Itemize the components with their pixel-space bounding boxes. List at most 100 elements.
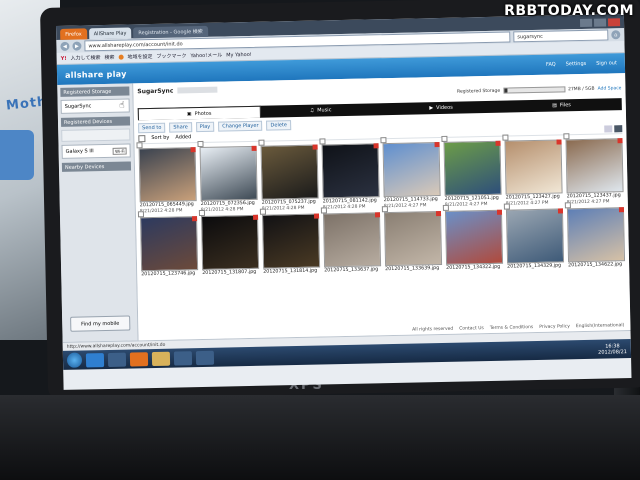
remove-photo-icon[interactable] <box>618 207 625 213</box>
delete-button[interactable]: Delete <box>266 119 292 131</box>
photo-item[interactable]: 20120715_121051.jpg 8/21/2012 4:27 PM <box>441 135 502 208</box>
sidebar-item-galaxy[interactable]: Galaxy S III Wi-Fi <box>61 143 131 159</box>
photo-thumbnail[interactable] <box>261 213 321 269</box>
explorer-icon[interactable] <box>151 351 171 366</box>
remove-photo-icon[interactable] <box>434 141 440 148</box>
remove-photo-icon[interactable] <box>496 209 503 215</box>
remove-photo-icon[interactable] <box>435 210 442 217</box>
close-icon[interactable] <box>607 18 621 27</box>
tab-files[interactable]: ▤ Files <box>501 98 622 113</box>
photo-thumbnail[interactable] <box>443 140 502 196</box>
contact-link[interactable]: Contact Us <box>459 326 484 332</box>
media-player-icon[interactable] <box>107 352 127 367</box>
photo-item[interactable]: 20120715_123437.jpg 8/21/2012 4:27 PM <box>563 133 624 205</box>
photo-thumbnail[interactable] <box>201 214 260 270</box>
minimize-icon[interactable] <box>579 18 593 28</box>
photo-item[interactable]: 20120715_065449.jpg 8/21/2012 4:28 PM <box>136 142 197 214</box>
photo-thumbnail[interactable] <box>382 141 441 198</box>
photo-thumbnail[interactable] <box>383 210 443 267</box>
photo-thumbnail[interactable] <box>199 145 258 202</box>
maximize-icon[interactable] <box>593 18 607 27</box>
send-to-button[interactable]: Send to <box>138 122 166 133</box>
photo-thumbnail[interactable] <box>504 139 563 195</box>
photo-item[interactable]: 20120715_123746.jpg <box>137 211 199 278</box>
app-icon[interactable] <box>173 350 193 366</box>
tab-google-search[interactable]: Registration - Google 検索 <box>133 25 208 39</box>
photo-item[interactable]: 20120715_075237.jpg 8/21/2012 4:28 PM <box>258 139 319 212</box>
forward-icon[interactable]: ▶ <box>72 41 82 51</box>
photo-item[interactable]: 20120715_123427.jpg 8/21/2012 4:27 PM <box>502 134 563 207</box>
copyright-text: All rights reserved <box>412 326 454 333</box>
photo-thumbnail[interactable] <box>566 207 626 263</box>
photo-thumbnail[interactable] <box>260 144 319 200</box>
remove-photo-icon[interactable] <box>557 208 564 214</box>
photo-thumbnail[interactable] <box>444 209 504 265</box>
app-icon-2[interactable] <box>195 350 215 365</box>
home-icon[interactable]: ⌂ <box>611 30 621 40</box>
remove-photo-icon[interactable] <box>312 144 318 150</box>
toolbar-search-button[interactable]: 検索 <box>104 54 114 61</box>
toolbar-yahoo-mail[interactable]: Yahoo!メール <box>190 52 222 60</box>
tab-music[interactable]: ♫ Music <box>260 103 381 118</box>
remove-photo-icon[interactable] <box>252 214 259 220</box>
privacy-link[interactable]: Privacy Policy <box>539 324 570 330</box>
remove-photo-icon[interactable] <box>617 138 623 144</box>
change-player-button[interactable]: Change Player <box>218 120 263 132</box>
sidebar-item-sugarsync[interactable]: SugarSync ☝ <box>60 98 130 114</box>
faq-link[interactable]: FAQ <box>546 62 556 68</box>
add-space-link[interactable]: Add Space <box>598 86 622 91</box>
photo-item[interactable]: 20120715_134329.jpg <box>503 203 565 270</box>
tab-allshare-play[interactable]: AllShare Play <box>88 27 132 40</box>
photo-thumbnail[interactable] <box>505 208 565 264</box>
yahoo-toolbar-logo[interactable]: Y! <box>61 55 67 61</box>
firefox-menu-button[interactable]: Firefox <box>60 28 87 40</box>
toolbar-my-yahoo[interactable]: My Yahoo! <box>226 51 252 58</box>
photo-thumbnail[interactable] <box>138 147 197 203</box>
back-icon[interactable]: ◀ <box>60 41 70 51</box>
tab-photos[interactable]: ▣ Photos <box>137 105 261 121</box>
language-select[interactable]: English(International) <box>576 323 625 329</box>
remove-photo-icon[interactable] <box>251 145 257 151</box>
photo-item[interactable]: 20120715_114733.jpg 8/21/2012 4:27 PM <box>380 137 441 209</box>
tab-videos[interactable]: ▶ Videos <box>381 101 502 116</box>
sort-select[interactable]: Added <box>175 134 191 140</box>
clock[interactable]: 16:38 2012/08/21 <box>598 343 627 355</box>
photo-thumbnail[interactable] <box>321 143 380 199</box>
photo-item[interactable]: 20120715_134322.jpg <box>442 204 504 272</box>
share-button[interactable]: Share <box>169 121 192 133</box>
select-all-checkbox[interactable] <box>138 134 146 142</box>
terms-link[interactable]: Terms & Conditions <box>490 325 534 331</box>
grid-view-icon[interactable] <box>614 124 623 132</box>
toolbar-search-field[interactable]: 入力して検索 <box>71 54 101 62</box>
photo-item[interactable]: 20120715_133637.jpg <box>320 207 382 274</box>
toolbar-region[interactable]: 地域を設定 <box>127 53 152 61</box>
sign-out-link[interactable]: Sign out <box>596 60 617 66</box>
photo-item[interactable]: 20120715_133639.jpg <box>381 206 443 273</box>
photo-item[interactable]: 20120715_131814.jpg <box>259 208 321 276</box>
search-input[interactable]: sugarsync <box>513 29 609 43</box>
photo-item[interactable]: 20120715_072356.jpg 8/21/2012 4:28 PM <box>197 140 258 213</box>
firefox-icon[interactable] <box>129 351 149 367</box>
photo-item[interactable]: 20120715_131807.jpg <box>198 209 260 277</box>
start-button[interactable] <box>66 352 83 368</box>
remove-photo-icon[interactable] <box>192 216 198 222</box>
list-view-icon[interactable] <box>604 124 613 133</box>
internet-explorer-icon[interactable] <box>85 352 105 367</box>
remove-photo-icon[interactable] <box>495 140 501 146</box>
play-button[interactable]: Play <box>195 121 215 132</box>
toolbar-bookmarks[interactable]: ブックマーク <box>156 52 186 60</box>
find-my-mobile-button[interactable]: Find my mobile <box>70 315 131 332</box>
remove-photo-icon[interactable] <box>373 143 379 149</box>
remove-photo-icon[interactable] <box>556 139 562 145</box>
photo-item[interactable]: 20120715_081142.jpg 8/21/2012 4:28 PM <box>319 138 380 210</box>
settings-link[interactable]: Settings <box>566 61 587 67</box>
remove-photo-icon[interactable] <box>313 213 320 219</box>
photo-filename: 20120715_134322.jpg <box>446 264 501 271</box>
app-logo[interactable]: allshare play <box>65 69 127 79</box>
photo-thumbnail[interactable] <box>140 216 199 272</box>
photo-item[interactable]: 20120715_134622.jpg <box>564 202 626 269</box>
remove-photo-icon[interactable] <box>374 212 381 218</box>
photo-thumbnail[interactable] <box>565 138 624 194</box>
remove-photo-icon[interactable] <box>190 147 196 153</box>
photo-thumbnail[interactable] <box>322 212 382 268</box>
